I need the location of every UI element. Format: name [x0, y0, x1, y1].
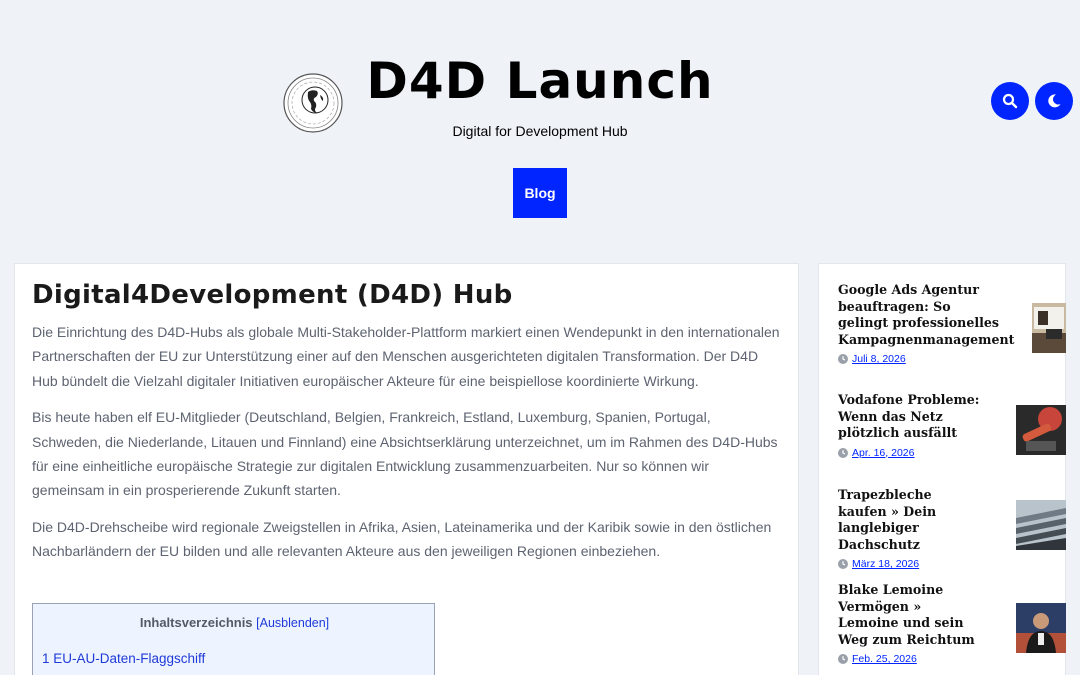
article-card: Digital4Development (D4D) Hub Die Einric…: [14, 263, 799, 675]
article-paragraph: Die Einrichtung des D4D-Hubs als globale…: [32, 324, 780, 389]
post-thumbnail[interactable]: [1016, 603, 1066, 653]
clock-icon: [838, 559, 848, 569]
post-date-text[interactable]: Apr. 16, 2026: [852, 447, 914, 459]
post-title-link[interactable]: Trapezbleche kaufen » Dein langlebiger D…: [838, 487, 968, 553]
toc-toggle-link[interactable]: [Ausblenden]: [256, 616, 329, 630]
post-date-text[interactable]: März 18, 2026: [852, 558, 919, 570]
post-date[interactable]: Feb. 25, 2026: [838, 653, 1050, 665]
post-date[interactable]: März 18, 2026: [838, 558, 1050, 570]
site-title[interactable]: D4D Launch: [0, 52, 1080, 110]
site-header: D4D Launch Digital for Development Hub B…: [0, 0, 1080, 250]
post-date[interactable]: Juli 8, 2026: [838, 353, 1050, 365]
post-title-link[interactable]: Vodafone Probleme: Wenn das Netz plötzli…: [838, 392, 988, 442]
table-of-contents: Inhaltsverzeichnis [Ausblenden] 1 EU-AU-…: [32, 603, 435, 675]
post-thumbnail[interactable]: [1016, 405, 1066, 455]
post-date-text[interactable]: Feb. 25, 2026: [852, 653, 917, 665]
site-tagline: Digital for Development Hub: [452, 123, 628, 139]
search-button[interactable]: [991, 82, 1029, 120]
nav-item-blog[interactable]: Blog: [513, 168, 567, 218]
article-title: Digital4Development (D4D) Hub: [32, 280, 513, 310]
toc-item-link[interactable]: 1 EU-AU-Daten-Flaggschiff: [42, 651, 205, 666]
toc-header: Inhaltsverzeichnis [Ausblenden]: [33, 615, 436, 630]
sidebar-post: Vodafone Probleme: Wenn das Netz plötzli…: [838, 392, 1066, 459]
clock-icon: [838, 447, 848, 458]
post-thumbnail[interactable]: [1032, 303, 1066, 353]
post-thumbnail[interactable]: [1016, 500, 1066, 550]
post-title-link[interactable]: Blake Lemoine Vermögen » Lemoine und sei…: [838, 582, 983, 648]
article-paragraph: Die D4D-Drehscheibe wird regionale Zweig…: [32, 519, 772, 560]
article-paragraph: Bis heute haben elf EU-Mitglieder (Deuts…: [32, 409, 778, 499]
moon-icon: [1048, 94, 1061, 108]
article-body: Die Einrichtung des D4D-Hubs als globale…: [32, 320, 782, 576]
sidebar-post: Blake Lemoine Vermögen » Lemoine und sei…: [838, 582, 1066, 665]
clock-icon: [838, 354, 848, 364]
dark-mode-toggle[interactable]: [1035, 82, 1073, 120]
clock-icon: [838, 654, 848, 664]
sidebar-recent-posts: Google Ads Agentur beauftragen: So gelin…: [818, 263, 1066, 675]
post-date-text[interactable]: Juli 8, 2026: [852, 353, 906, 365]
sidebar-post: Google Ads Agentur beauftragen: So gelin…: [838, 282, 1066, 365]
sidebar-post: Trapezbleche kaufen » Dein langlebiger D…: [838, 487, 1066, 570]
toc-title: Inhaltsverzeichnis: [139, 615, 253, 630]
post-title-link[interactable]: Google Ads Agentur beauftragen: So gelin…: [838, 282, 1014, 348]
search-icon: [1002, 93, 1018, 109]
